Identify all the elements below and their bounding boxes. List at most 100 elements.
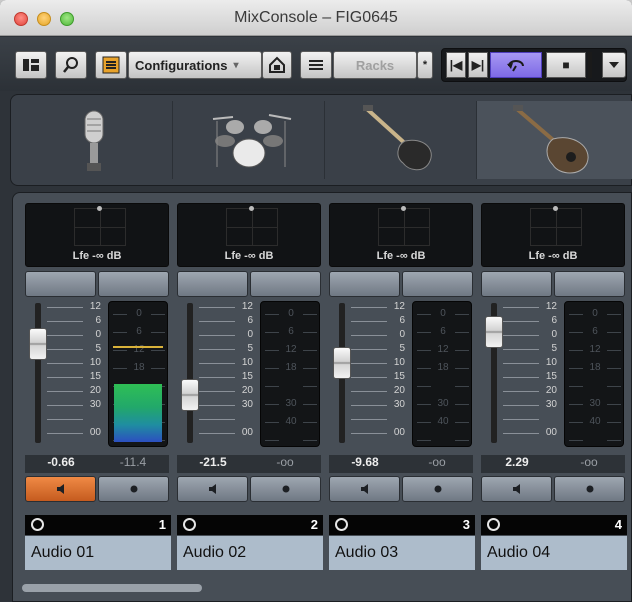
snapshot-icon — [269, 56, 285, 73]
search-button[interactable] — [55, 51, 87, 79]
fader-scale-mark: 20 — [47, 385, 101, 397]
record-enable-button[interactable] — [98, 476, 169, 502]
fader-scale-mark: 5 — [503, 343, 557, 355]
panner-display[interactable]: Lfe -∞ dB — [177, 203, 321, 267]
racks-star-button[interactable]: * — [417, 51, 433, 79]
meter-scale-mark: 40 — [413, 416, 471, 427]
fader-value[interactable]: -0.66 — [25, 455, 97, 473]
search-icon — [63, 57, 78, 73]
title-bar[interactable]: MixConsole – FIG0645 — [0, 0, 632, 36]
strip-picture-4[interactable] — [477, 101, 632, 179]
meter-scale-mark: 12 — [413, 344, 471, 355]
meter-peak-value[interactable]: -11.4 — [97, 455, 169, 473]
cycle-button[interactable] — [490, 52, 542, 78]
record-enable-button[interactable] — [402, 476, 473, 502]
stop-button[interactable]: ■ — [546, 52, 586, 78]
volume-fader-handle[interactable] — [485, 316, 503, 348]
meter-peak-hold — [113, 346, 163, 348]
channel-button-right[interactable] — [402, 271, 473, 297]
dropdown-arrow-icon: ▾ — [233, 59, 239, 71]
panner-position[interactable] — [553, 206, 558, 211]
meter-peak-value[interactable]: -oo — [249, 455, 321, 473]
volume-fader-handle[interactable] — [333, 347, 351, 379]
panner-display[interactable]: Lfe -∞ dB — [481, 203, 625, 267]
fader-scale-mark: 0 — [47, 329, 101, 341]
channel-name[interactable]: Audio 02 — [177, 536, 323, 570]
channel-button-left[interactable] — [25, 271, 96, 297]
channel-visibility-icon — [23, 59, 39, 71]
panner-position[interactable] — [97, 206, 102, 211]
horizontal-scrollbar[interactable] — [22, 584, 202, 592]
level-meter: 0 6 12 18 30 40 — [564, 301, 624, 447]
meter-scale-mark: 30 — [413, 398, 471, 409]
strip-picture-3[interactable] — [325, 101, 477, 179]
fader-scale-mark: 00 — [503, 427, 557, 439]
meter-peak-value[interactable]: -oo — [401, 455, 473, 473]
panner-display[interactable]: Lfe -∞ dB — [329, 203, 473, 267]
channel-name[interactable]: Audio 04 — [481, 536, 627, 570]
channel-button-left[interactable] — [177, 271, 248, 297]
channel-button-right[interactable] — [554, 271, 625, 297]
mute-solo-row — [25, 476, 169, 502]
fader-scale-mark: 5 — [47, 343, 101, 355]
mixer-channels: Lfe -∞ dB 126051015203000 0612183040 -0.… — [12, 192, 632, 602]
strip-picture-1[interactable] — [17, 101, 173, 179]
monitor-ring-icon[interactable] — [31, 518, 44, 531]
channel-number: 1 — [158, 517, 166, 532]
racks-menu-button[interactable] — [300, 51, 332, 79]
level-meter: 0 6 12 18 30 40 — [412, 301, 472, 447]
fader-scale-mark: 20 — [351, 385, 405, 397]
channel-name[interactable]: Audio 03 — [329, 536, 475, 570]
volume-fader-handle[interactable] — [181, 379, 199, 411]
meter-scale-mark: 30 — [261, 398, 319, 409]
fader-value[interactable]: -21.5 — [177, 455, 249, 473]
channel-button-right[interactable] — [250, 271, 321, 297]
panner-position[interactable] — [401, 206, 406, 211]
mute-button[interactable] — [177, 476, 248, 502]
monitor-ring-icon[interactable] — [335, 518, 348, 531]
panner-lfe-label: Lfe -∞ dB — [376, 250, 426, 262]
fader-scale-mark: 6 — [199, 315, 253, 327]
fader-track — [35, 303, 41, 443]
panner-display[interactable]: Lfe -∞ dB — [25, 203, 169, 267]
snapshot-button[interactable] — [262, 51, 292, 79]
mute-button[interactable] — [25, 476, 96, 502]
fader-scale: 12 6 0 5 10 15 20 30 00 — [199, 301, 253, 449]
acoustic-guitar-icon — [513, 105, 589, 174]
mute-button[interactable] — [481, 476, 552, 502]
channel-button-left[interactable] — [481, 271, 552, 297]
fader-value[interactable]: -9.68 — [329, 455, 401, 473]
fader-section: 126051015203000 0612183040 — [481, 301, 625, 449]
record-enable-button[interactable] — [554, 476, 625, 502]
channel-list-button[interactable] — [95, 51, 127, 79]
meter-scale-mark: 6 — [413, 326, 471, 337]
panner-grid — [378, 208, 430, 246]
fader-scale-mark: 00 — [351, 427, 405, 439]
channel-visibility-button[interactable] — [15, 51, 47, 79]
racks-dropdown[interactable]: Racks — [333, 51, 417, 79]
transport-menu-button[interactable] — [602, 52, 626, 78]
monitor-ring-icon[interactable] — [487, 518, 500, 531]
meter-scale-mark: 12 — [565, 344, 623, 355]
fader-scale-mark — [351, 413, 405, 425]
configurations-dropdown[interactable]: Configurations ▾ — [128, 51, 262, 79]
channel-name[interactable]: Audio 01 — [25, 536, 171, 570]
monitor-ring-icon[interactable] — [183, 518, 196, 531]
speaker-icon — [56, 484, 64, 494]
volume-fader-handle[interactable] — [29, 328, 47, 360]
mute-button[interactable] — [329, 476, 400, 502]
fader-scale-mark: 10 — [503, 357, 557, 369]
fader-scale-mark: 12 — [47, 301, 101, 313]
record-enable-button[interactable] — [250, 476, 321, 502]
fader-scale-mark: 5 — [199, 343, 253, 355]
channel-button-left[interactable] — [329, 271, 400, 297]
panner-position[interactable] — [249, 206, 254, 211]
racks-menu-icon — [309, 60, 323, 70]
go-to-previous-marker-button[interactable]: |◀ — [446, 52, 466, 78]
meter-scale-mark: 18 — [413, 362, 471, 373]
go-to-next-marker-button[interactable]: ▶| — [468, 52, 488, 78]
meter-peak-value[interactable]: -oo — [553, 455, 625, 473]
strip-picture-2[interactable] — [173, 101, 325, 179]
fader-value[interactable]: 2.29 — [481, 455, 553, 473]
channel-button-right[interactable] — [98, 271, 169, 297]
